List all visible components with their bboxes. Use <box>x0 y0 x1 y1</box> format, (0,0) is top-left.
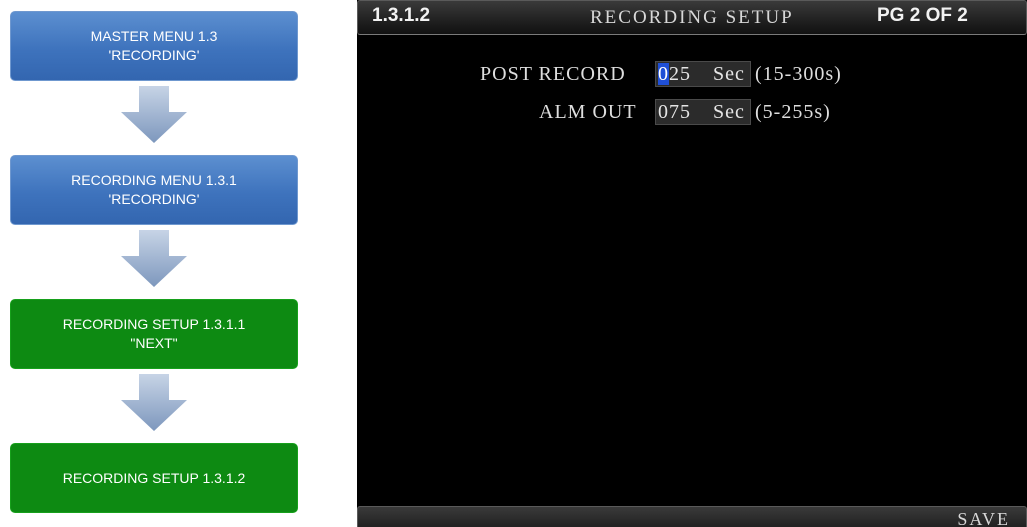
flow-step-title: MASTER MENU 1.3 <box>90 28 218 44</box>
flow-step-recording-setup-1: RECORDING SETUP 1.3.1.1 "NEXT" <box>10 299 298 369</box>
title-bar: 1.3.1.2 RECORDING SETUP PG 2 OF 2 <box>357 0 1027 35</box>
alm-out-range: (5-255s) <box>755 101 831 123</box>
post-record-label: POST RECORD <box>480 63 626 85</box>
flow-step-title: RECORDING SETUP 1.3.1.1 <box>62 316 246 332</box>
flow-step-subtitle: "NEXT" <box>130 335 178 351</box>
flow-step-master-menu: MASTER MENU 1.3 'RECORDING' <box>10 11 298 81</box>
flow-step-subtitle: 'RECORDING' <box>108 47 200 63</box>
post-record-value: 25 <box>669 63 691 85</box>
down-arrow-icon <box>121 230 187 287</box>
post-record-range: (15-300s) <box>755 63 842 85</box>
flow-step-recording-menu: RECORDING MENU 1.3.1 'RECORDING' <box>10 155 298 225</box>
post-record-input[interactable]: 025 Sec <box>655 61 751 87</box>
screen-title: RECORDING SETUP <box>590 7 794 28</box>
alm-out-input[interactable]: 075 Sec <box>655 99 751 125</box>
bottom-bar: SAVE <box>357 506 1027 527</box>
alm-out-value: 075 <box>658 101 691 123</box>
alm-out-label: ALM OUT <box>539 101 637 123</box>
flow-step-title: RECORDING MENU 1.3.1 <box>71 172 237 188</box>
menu-id: 1.3.1.2 <box>372 5 431 26</box>
flow-step-recording-setup-2: RECORDING SETUP 1.3.1.2 <box>10 443 298 513</box>
alm-out-unit: Sec <box>713 101 745 123</box>
post-record-unit: Sec <box>713 63 745 85</box>
dvr-screen: 1.3.1.2 RECORDING SETUP PG 2 OF 2 POST R… <box>357 0 1027 527</box>
down-arrow-icon <box>121 374 187 431</box>
flow-step-subtitle: 'RECORDING' <box>108 191 200 207</box>
cursor-digit: 0 <box>658 63 669 85</box>
save-button[interactable]: SAVE <box>957 509 1010 527</box>
page-indicator: PG 2 OF 2 <box>877 5 968 26</box>
down-arrow-icon <box>121 86 187 143</box>
flow-step-title: RECORDING SETUP 1.3.1.2 <box>62 469 246 486</box>
